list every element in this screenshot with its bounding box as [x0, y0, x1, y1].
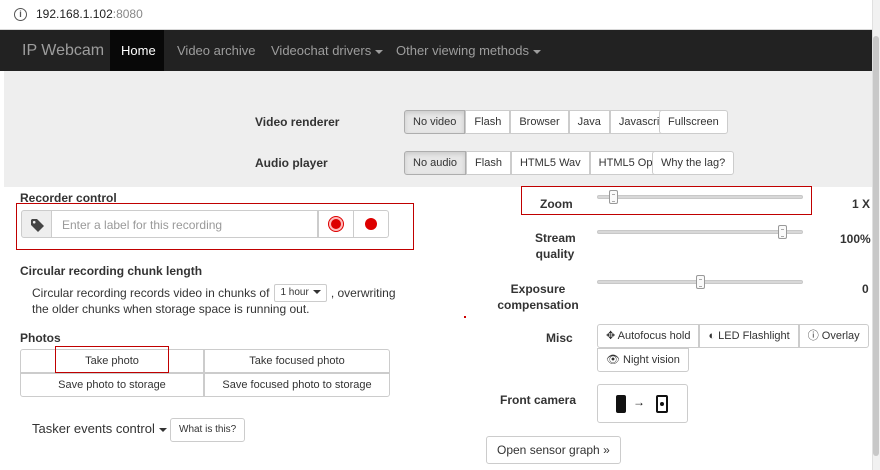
record-button[interactable]	[353, 210, 389, 238]
zoom-slider-handle[interactable]	[608, 190, 618, 204]
chunk-text-after: , overwriting	[330, 286, 396, 300]
autofocus-hold-button[interactable]: ✥ Autofocus hold	[597, 324, 700, 348]
zoom-value: 1 X	[852, 197, 871, 211]
nav-videochat-drivers[interactable]: Videochat drivers	[259, 30, 395, 71]
tasker-label: Tasker events control	[32, 421, 155, 436]
quality-value: 100%	[840, 232, 871, 246]
record-dot-icon	[365, 218, 377, 230]
url-host: 192.168.1.102	[36, 7, 113, 21]
front-camera-button[interactable]: →	[597, 384, 688, 423]
brand-link[interactable]: IP Webcam	[10, 30, 116, 71]
led-flashlight-button[interactable]: ◐ LED Flashlight	[699, 324, 799, 348]
exposure-label-line1: Exposure	[510, 282, 566, 296]
audio-player-group: No audio Flash HTML5 Wav HTML5 Opus	[404, 151, 674, 175]
red-dot-marker	[464, 316, 466, 318]
night-label: Night vision	[623, 354, 680, 366]
chevron-down-icon	[375, 49, 384, 54]
phone-back-icon	[616, 395, 626, 413]
audio-html5-wav-button[interactable]: HTML5 Wav	[510, 151, 590, 175]
zoom-label: Zoom	[540, 197, 573, 211]
arrow-right-icon: →	[633, 395, 645, 409]
info-icon[interactable]: i	[14, 8, 27, 21]
autofocus-label: Autofocus hold	[617, 330, 691, 342]
chevron-down-icon	[312, 290, 321, 295]
tasker-what-button[interactable]: What is this?	[170, 418, 246, 442]
nav-video-archive[interactable]: Video archive	[165, 30, 268, 71]
exposure-slider-handle[interactable]	[695, 275, 705, 289]
quality-slider[interactable]	[597, 230, 803, 234]
save-focused-photo-button[interactable]: Save focused photo to storage	[204, 373, 390, 397]
why-lag-button[interactable]: Why the lag?	[652, 151, 735, 175]
night-vision-button[interactable]: 👁 Night vision	[597, 348, 689, 372]
top-navbar: IP Webcam Home Video archive Videochat d…	[0, 30, 872, 71]
video-java-button[interactable]: Java	[568, 110, 610, 134]
recording-label-input[interactable]: Enter a label for this recording	[52, 210, 318, 238]
audio-no-audio-button[interactable]: No audio	[404, 151, 467, 175]
nav-other-label: Other viewing methods	[396, 43, 529, 58]
chunk-description-line2: the older chunks when storage space is r…	[32, 302, 310, 316]
chunk-select-value: 1 hour	[280, 287, 309, 298]
url-text[interactable]: 192.168.1.102:8080	[36, 7, 143, 21]
chunk-length-title: Circular recording chunk length	[20, 264, 203, 278]
video-browser-button[interactable]: Browser	[510, 110, 569, 134]
recorder-label-addon	[21, 210, 52, 238]
take-photo-highlight	[55, 346, 169, 373]
stream-quality-label-line1: Stream	[535, 231, 576, 245]
audio-flash-button[interactable]: Flash	[466, 151, 511, 175]
misc-label: Misc	[546, 331, 573, 345]
fullscreen-button[interactable]: Fullscreen	[659, 110, 728, 134]
phone-front-icon	[656, 395, 668, 413]
chunk-length-select[interactable]: 1 hour	[274, 284, 327, 302]
crosshair-icon: ✥	[606, 330, 616, 342]
exposure-value: 0	[862, 282, 869, 296]
chevron-down-icon	[158, 427, 167, 432]
info-circle-icon: ⓘ	[807, 330, 819, 342]
browser-address-bar[interactable]: i 192.168.1.102:8080	[0, 0, 872, 30]
tasker-events-dropdown[interactable]: Tasker events control	[32, 421, 167, 436]
nav-videochat-label: Videochat drivers	[271, 43, 372, 58]
exposure-label-line2: compensation	[497, 298, 579, 312]
front-camera-label: Front camera	[500, 393, 577, 407]
video-renderer-group: No video Flash Browser Java Javascript	[404, 110, 678, 134]
overlay-button[interactable]: ⓘ Overlay	[798, 324, 869, 348]
led-label: LED Flashlight	[718, 330, 790, 342]
stream-quality-label-line2: quality	[535, 247, 575, 261]
tag-icon	[31, 219, 44, 232]
quality-slider-handle[interactable]	[778, 225, 788, 239]
misc-button-group: ✥ Autofocus hold ◐ LED Flashlight ⓘ Over…	[597, 324, 869, 348]
record-toggle-button[interactable]	[318, 210, 354, 238]
save-photo-button[interactable]: Save photo to storage	[20, 373, 204, 397]
open-sensor-graph-button[interactable]: Open sensor graph »	[486, 436, 621, 464]
scrollbar-thumb[interactable]	[873, 36, 879, 456]
overlay-label: Overlay	[821, 330, 860, 342]
eye-icon: 👁	[606, 354, 620, 366]
chunk-description-line1: Circular recording records video in chun…	[32, 284, 396, 302]
photos-title: Photos	[20, 331, 61, 345]
video-flash-button[interactable]: Flash	[465, 110, 511, 134]
zoom-slider[interactable]	[597, 195, 803, 199]
nav-other-viewing[interactable]: Other viewing methods	[384, 30, 553, 71]
chevron-down-icon	[532, 49, 541, 54]
video-no-video-button[interactable]: No video	[404, 110, 466, 134]
chunk-text-before: Circular recording records video in chun…	[32, 286, 270, 300]
audio-player-label: Audio player	[255, 156, 328, 170]
video-renderer-label: Video renderer	[255, 115, 340, 129]
nav-home[interactable]: Home	[110, 30, 164, 71]
take-focused-photo-button[interactable]: Take focused photo	[204, 349, 390, 373]
record-ring-icon	[329, 217, 343, 231]
url-port: :8080	[112, 7, 143, 21]
contrast-icon: ◐	[708, 330, 716, 342]
